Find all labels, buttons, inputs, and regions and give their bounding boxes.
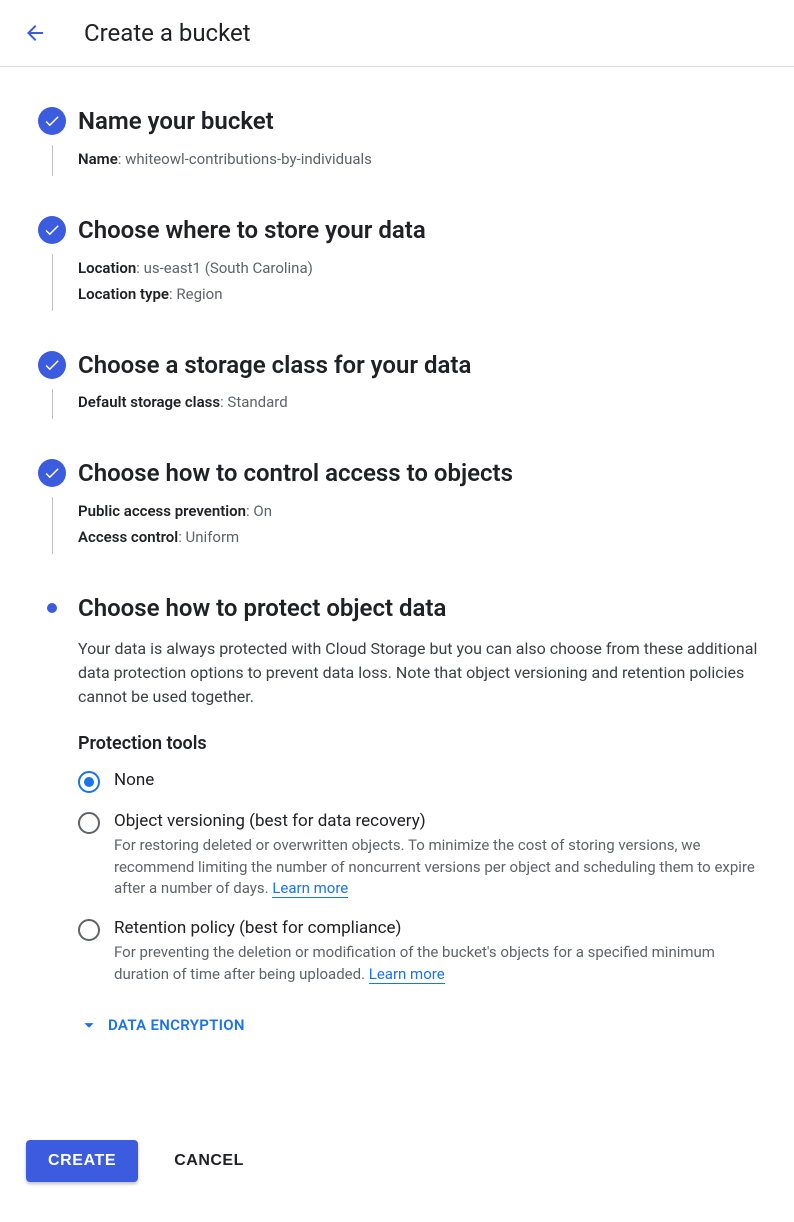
name-kv: Name: whiteowl-contributions-by-individu… [78,150,768,168]
checkmark-icon [38,216,66,244]
page-title: Create a bucket [84,19,251,47]
arrow-left-icon [23,21,47,45]
step-name-bucket[interactable]: Name your bucket Name: whiteowl-contribu… [26,107,768,176]
back-button[interactable] [20,18,50,48]
pap-value: On [253,502,272,520]
step-icon-col [26,459,78,554]
location-kv: Location: us-east1 (South Carolina) [78,259,768,277]
location-type-label: Location type [78,285,169,303]
step-connector [52,389,53,420]
name-value: whiteowl-contributions-by-individuals [125,150,372,168]
pap-kv: Public access prevention: On [78,502,768,520]
location-label: Location [78,259,136,277]
current-step-dot-icon [47,603,57,613]
radio-body: Object versioning (best for data recover… [114,811,768,900]
step-body: Choose how to protect object data Your d… [78,594,768,1036]
radio-dot-icon [84,777,94,787]
ac-kv: Access control: Uniform [78,528,768,546]
help-text: For restoring deleted or overwritten obj… [114,836,755,898]
step-storage-class[interactable]: Choose a storage class for your data Def… [26,351,768,420]
storage-class-value: Standard [227,393,287,411]
step-title: Choose how to control access to objects [78,459,768,488]
expander-label: DATA ENCRYPTION [108,1016,245,1034]
radio-label: Object versioning (best for data recover… [114,811,768,831]
storage-class-label: Default storage class [78,393,220,411]
cancel-button[interactable]: CANCEL [174,1152,244,1170]
step-icon-col [26,107,78,176]
footer-actions: CREATE CANCEL [0,1140,794,1222]
step-body: Choose how to control access to objects … [78,459,768,554]
content: Name your bucket Name: whiteowl-contribu… [0,67,794,1100]
location-type-value: Region [176,285,222,303]
step-location[interactable]: Choose where to store your data Location… [26,216,768,311]
radio-object-versioning[interactable]: Object versioning (best for data recover… [78,811,768,900]
radio-button-icon[interactable] [78,919,100,941]
step-body: Choose where to store your data Location… [78,216,768,311]
protect-description: Your data is always protected with Cloud… [78,637,768,709]
checkmark-icon [38,107,66,135]
step-title: Name your bucket [78,107,768,136]
radio-help: For restoring deleted or overwritten obj… [114,835,768,900]
protection-tools-heading: Protection tools [78,733,768,754]
radio-none[interactable]: None [78,770,768,793]
learn-more-link[interactable]: Learn more [369,965,445,984]
radio-button-icon[interactable] [78,771,100,793]
checkmark-icon [38,459,66,487]
ac-value: Uniform [186,528,240,546]
pap-label: Public access prevention [78,502,246,520]
radio-help: For preventing the deletion or modificat… [114,942,768,986]
chevron-down-icon [78,1014,100,1036]
radio-retention-policy[interactable]: Retention policy (best for compliance) F… [78,918,768,986]
radio-body: None [114,770,768,790]
checkmark-icon [38,351,66,379]
step-body: Name your bucket Name: whiteowl-contribu… [78,107,768,176]
radio-body: Retention policy (best for compliance) F… [114,918,768,986]
radio-label: Retention policy (best for compliance) [114,918,768,938]
data-encryption-expander[interactable]: DATA ENCRYPTION [78,1014,768,1036]
location-type-kv: Location type: Region [78,285,768,303]
name-label: Name [78,150,118,168]
step-access-control[interactable]: Choose how to control access to objects … [26,459,768,554]
learn-more-link[interactable]: Learn more [272,879,348,898]
step-connector [52,497,53,554]
create-button[interactable]: CREATE [26,1140,138,1182]
radio-label: None [114,770,768,790]
storage-class-kv: Default storage class: Standard [78,393,768,411]
step-title: Choose a storage class for your data [78,351,768,380]
radio-button-icon[interactable] [78,812,100,834]
step-connector [52,145,53,176]
step-title: Choose how to protect object data [78,594,768,623]
ac-label: Access control [78,528,178,546]
step-icon-col [26,216,78,311]
topbar: Create a bucket [0,0,794,67]
step-protect-data: Choose how to protect object data Your d… [26,594,768,1036]
location-value: us-east1 (South Carolina) [144,259,313,277]
step-icon-col [26,594,78,1036]
step-title: Choose where to store your data [78,216,768,245]
step-connector [52,254,53,311]
step-icon-col [26,351,78,420]
step-body: Choose a storage class for your data Def… [78,351,768,420]
